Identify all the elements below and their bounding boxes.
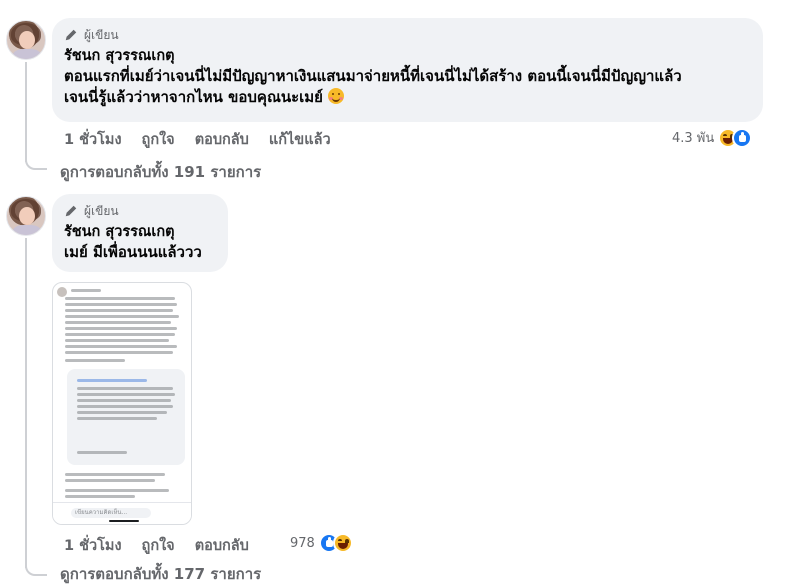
smiling-emoji-icon [328, 88, 345, 104]
author-name[interactable]: รัชนก สุวรรณเกตุ [64, 46, 751, 66]
attachment-input-placeholder: เขียนความคิดเห็น... [71, 508, 151, 518]
thread-connector [25, 156, 47, 170]
reaction-summary[interactable]: 978 [290, 533, 353, 553]
reaction-count: 978 [290, 535, 315, 551]
reply-button[interactable]: ตอบกลับ [195, 128, 249, 151]
comment-text-line-2: เจนนี่รู้แล้วว่าหาจากไหน ขอบคุณนะเมย์ [64, 87, 751, 108]
view-replies-link[interactable]: ดูการตอบกลับทั้ง 191 รายการ [60, 160, 261, 184]
comment-text: เจนนี่รู้แล้วว่าหาจากไหน ขอบคุณนะเมย์ [64, 88, 323, 106]
view-replies-link[interactable]: ดูการตอบกลับทั้ง 177 รายการ [60, 562, 261, 586]
comment-text: เมย์ มีเพื่อนนนแล้ววว [64, 243, 202, 261]
like-button[interactable]: ถูกใจ [142, 128, 175, 151]
author-badge-label: ผู้เขียน [84, 27, 119, 42]
pencil-icon [65, 205, 77, 217]
haha-reaction-icon [332, 533, 353, 553]
thread-connector [25, 562, 47, 576]
reply-button[interactable]: ตอบกลับ [195, 534, 249, 557]
reaction-count: 4.3 พัน [672, 131, 715, 146]
edited-label[interactable]: แก้ไขแล้ว [269, 128, 331, 151]
comment-bubble: ผู้เขียน รัชนก สุวรรณเกตุ เมย์ มีเพื่อนน… [52, 194, 228, 272]
thread-line [25, 238, 27, 568]
comment-time[interactable]: 1 ชั่วโมง [64, 128, 122, 151]
pencil-icon [65, 29, 77, 41]
like-button[interactable]: ถูกใจ [142, 534, 175, 557]
author-badge: ผู้เขียน [64, 26, 751, 44]
reaction-summary[interactable]: 4.3 พัน [672, 127, 753, 148]
author-badge: ผู้เขียน [64, 202, 216, 220]
author-badge-label: ผู้เขียน [84, 203, 119, 218]
thread-line [25, 62, 27, 162]
comment-bubble: ผู้เขียน รัชนก สุวรรณเกตุ ตอนแรกที่เมย์ว… [52, 18, 763, 122]
comment-time[interactable]: 1 ชั่วโมง [64, 534, 122, 557]
author-name[interactable]: รัชนก สุวรรณเกตุ [64, 222, 216, 242]
avatar[interactable] [6, 20, 46, 60]
comment-actions: 1 ชั่วโมง ถูกใจ ตอบกลับ แก้ไขแล้ว [64, 128, 351, 151]
comment-text-line: ตอนแรกที่เมย์ว่าเจนนี่ไม่มีปัญญาหาเงินแส… [64, 67, 682, 85]
comment-actions: 1 ชั่วโมง ถูกใจ ตอบกลับ [64, 534, 269, 557]
attached-image[interactable]: เขียนความคิดเห็น... [52, 282, 192, 525]
like-reaction-icon [732, 127, 753, 148]
avatar[interactable] [6, 196, 46, 236]
